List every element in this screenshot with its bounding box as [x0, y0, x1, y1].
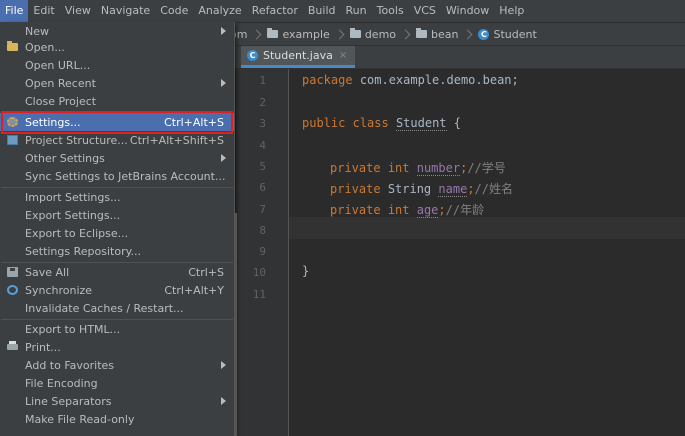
- menu-build[interactable]: Build: [303, 0, 341, 22]
- menu-item-save-all[interactable]: Save All Ctrl+S: [0, 263, 234, 281]
- menu-run[interactable]: Run: [341, 0, 372, 22]
- code-line-field-age: private int age;//年龄: [330, 203, 485, 218]
- menu-item-export-settings[interactable]: Export Settings...: [0, 206, 234, 224]
- menu-item-other-settings[interactable]: Other Settings: [0, 149, 234, 167]
- code-line-field-name: private String name;//姓名: [330, 182, 513, 197]
- code-line-close-brace: }: [302, 264, 310, 278]
- project-structure-icon: [7, 135, 18, 145]
- chevron-right-icon: [463, 29, 473, 39]
- menu-scrollbar[interactable]: [234, 213, 237, 436]
- close-icon[interactable]: ×: [339, 50, 347, 61]
- menu-item-invalidate-caches[interactable]: Invalidate Caches / Restart...: [0, 299, 234, 317]
- chevron-right-icon: [252, 29, 262, 39]
- submenu-arrow-icon: [221, 154, 226, 162]
- menu-view[interactable]: View: [60, 0, 96, 22]
- menu-window[interactable]: Window: [441, 0, 494, 22]
- chevron-right-icon: [334, 29, 345, 39]
- tab-student-java[interactable]: C Student.java ×: [241, 46, 356, 68]
- line-number: 7: [259, 203, 266, 216]
- folder-open-icon: [7, 41, 18, 51]
- menu-item-file-encoding[interactable]: File Encoding: [0, 374, 234, 392]
- breadcrumb-demo[interactable]: demo: [346, 23, 412, 45]
- folder-icon: [267, 28, 279, 38]
- menu-code[interactable]: Code: [155, 0, 193, 22]
- chevron-right-icon: [400, 29, 411, 39]
- line-number: 9: [259, 245, 266, 258]
- line-number: 11: [252, 288, 266, 301]
- line-number: 4: [259, 139, 266, 152]
- menu-item-open-url[interactable]: Open URL...: [0, 56, 234, 74]
- menu-navigate[interactable]: Navigate: [96, 0, 155, 22]
- settings-highlight-box: [1, 111, 233, 134]
- folder-icon: [416, 28, 428, 38]
- menu-item-line-separators[interactable]: Line Separators: [0, 392, 234, 410]
- submenu-arrow-icon: [221, 79, 226, 87]
- menu-item-open-recent[interactable]: Open Recent: [0, 74, 234, 92]
- menu-refactor[interactable]: Refactor: [247, 0, 303, 22]
- menu-item-settings-repository[interactable]: Settings Repository...: [0, 242, 234, 260]
- code-line-field-number: private int number;//学号: [330, 161, 506, 176]
- menu-item-import-settings[interactable]: Import Settings...: [0, 188, 234, 206]
- tab-label: Student.java: [263, 49, 333, 62]
- menu-item-open[interactable]: Open...: [0, 38, 234, 56]
- sync-icon: [7, 285, 18, 295]
- code-line-class: public class Student {: [302, 116, 461, 131]
- submenu-arrow-icon: [221, 397, 226, 405]
- menu-vcs[interactable]: VCS: [409, 0, 441, 22]
- breadcrumb-student[interactable]: C Student: [474, 23, 539, 45]
- menu-file[interactable]: File: [0, 0, 29, 22]
- menu-item-make-read-only[interactable]: Make File Read-only: [0, 410, 234, 428]
- menu-analyze[interactable]: Analyze: [193, 0, 246, 22]
- breadcrumb-example[interactable]: example: [263, 23, 345, 45]
- line-number: 3: [259, 117, 266, 130]
- current-line-highlight: [289, 217, 685, 239]
- menu-item-print[interactable]: Print...: [0, 338, 234, 356]
- line-number: 2: [259, 96, 266, 109]
- menu-help[interactable]: Help: [494, 0, 529, 22]
- line-number: 5: [259, 160, 266, 173]
- menu-item-export-html[interactable]: Export to HTML...: [0, 320, 234, 338]
- code-line-package: package com.example.demo.bean;: [302, 73, 519, 87]
- class-icon: C: [478, 28, 490, 40]
- menu-item-close-project[interactable]: Close Project: [0, 92, 234, 110]
- save-icon: [7, 267, 18, 277]
- line-number: 1: [259, 74, 266, 87]
- line-number: 10: [252, 266, 266, 279]
- print-icon: [7, 341, 18, 350]
- menu-tools[interactable]: Tools: [372, 0, 409, 22]
- breadcrumb-bean[interactable]: bean: [412, 23, 474, 45]
- menu-item-sync-settings[interactable]: Sync Settings to JetBrains Account...: [0, 167, 234, 185]
- folder-icon: [349, 28, 361, 38]
- menu-item-add-favorites[interactable]: Add to Favorites: [0, 356, 234, 374]
- class-icon: C: [247, 50, 258, 61]
- line-number: 6: [259, 181, 266, 194]
- submenu-arrow-icon: [221, 361, 226, 369]
- menu-bar: File Edit View Navigate Code Analyze Ref…: [0, 0, 685, 23]
- menu-item-export-eclipse[interactable]: Export to Eclipse...: [0, 224, 234, 242]
- line-number: 8: [259, 224, 266, 237]
- file-menu-dropdown: New Open... Open URL... Open Recent Clos…: [0, 22, 235, 436]
- menu-item-synchronize[interactable]: Synchronize Ctrl+Alt+Y: [0, 281, 234, 299]
- menu-edit[interactable]: Edit: [28, 0, 59, 22]
- submenu-arrow-icon: [221, 27, 226, 35]
